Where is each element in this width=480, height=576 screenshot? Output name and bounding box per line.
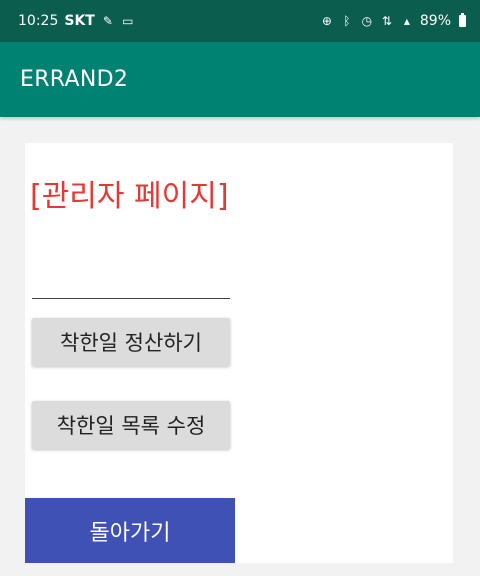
settle-good-deeds-button[interactable]: 착한일 정산하기: [32, 318, 230, 366]
content-panel: [관리자 페이지] 착한일 정산하기 착한일 목록 수정 돌아가기: [25, 143, 453, 563]
page-title: [관리자 페이지]: [30, 179, 229, 214]
data-icon: ⇅: [381, 14, 392, 28]
alarm-icon: ◷: [361, 14, 373, 28]
status-carrier: SKT: [64, 13, 95, 29]
status-bar: 10:25 SKT ✎ ▭ ⊕ ᛒ ◷ ⇅ ▴ 89%: [0, 0, 480, 42]
edit-good-deeds-list-button[interactable]: 착한일 목록 수정: [32, 401, 230, 449]
gallery-icon: ▭: [122, 14, 134, 28]
app-title: ERRAND2: [20, 67, 129, 92]
pen-icon: ✎: [102, 14, 113, 28]
status-right: ⊕ ᛒ ◷ ⇅ ▴ 89%: [320, 13, 466, 29]
app-bar: ERRAND2: [0, 42, 480, 117]
text-input-field[interactable]: [32, 298, 230, 299]
bluetooth-icon: ᛒ: [343, 14, 351, 28]
back-button[interactable]: 돌아가기: [25, 498, 235, 563]
battery-icon: [459, 13, 466, 27]
location-icon: ⊕: [321, 14, 332, 28]
status-left: 10:25 SKT ✎ ▭: [18, 13, 135, 29]
signal-icon: ▴: [403, 14, 410, 28]
status-battery: 89%: [419, 13, 451, 29]
status-time: 10:25: [18, 13, 59, 29]
